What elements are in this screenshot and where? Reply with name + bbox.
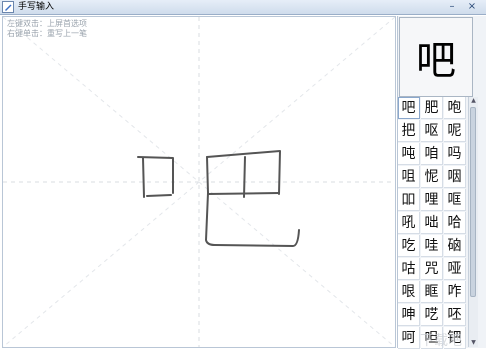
stroke xyxy=(205,192,300,247)
candidate-cell[interactable]: 咀 xyxy=(398,166,420,188)
candidate-cell[interactable]: 哇 xyxy=(421,235,443,257)
candidate-cell[interactable]: 咕 xyxy=(398,258,420,280)
candidate-cell[interactable]: 咽 xyxy=(444,166,466,188)
candidate-cell[interactable]: 吃 xyxy=(398,235,420,257)
window-title: 手写输入 xyxy=(18,2,55,12)
watermark: 下载吧 xyxy=(420,333,462,349)
close-button[interactable]: × xyxy=(464,0,480,13)
candidate-cell[interactable]: 咄 xyxy=(421,212,443,234)
title-bar: 手写输入 – × xyxy=(0,0,486,15)
candidate-cell[interactable]: 哩 xyxy=(421,189,443,211)
stroke xyxy=(207,192,280,195)
stroke xyxy=(146,194,172,197)
preview-character[interactable]: 吧 xyxy=(399,17,473,97)
candidate-cell[interactable]: 哑 xyxy=(444,258,466,280)
candidate-cell[interactable]: 呻 xyxy=(398,304,420,326)
handwriting-pad[interactable]: 左键双击：上屏首选项 右键单击：重写上一笔 xyxy=(2,16,396,348)
candidate-cell[interactable]: 把 xyxy=(398,120,420,142)
candidate-cell[interactable]: 哈 xyxy=(444,212,466,234)
pen-icon xyxy=(2,1,14,13)
stroke xyxy=(206,156,209,194)
minimize-button[interactable]: – xyxy=(444,0,460,13)
candidate-cell[interactable]: 呕 xyxy=(421,120,443,142)
candidate-cell[interactable]: 呸 xyxy=(444,304,466,326)
candidate-cell[interactable]: 呢 xyxy=(444,120,466,142)
candidate-cell[interactable]: 哏 xyxy=(398,281,420,303)
candidate-cell[interactable]: 咆 xyxy=(444,97,466,119)
candidate-cell[interactable]: 咱 xyxy=(421,143,443,165)
candidate-cell[interactable]: 呵 xyxy=(398,327,420,349)
stroke xyxy=(142,157,145,198)
candidate-cell[interactable]: 咒 xyxy=(421,258,443,280)
candidate-cell[interactable]: 哐 xyxy=(444,189,466,211)
ink-canvas xyxy=(3,17,395,347)
scroll-up-icon[interactable]: ▲ xyxy=(469,97,478,105)
candidate-cell[interactable]: 呓 xyxy=(421,304,443,326)
candidate-cell[interactable]: 硇 xyxy=(444,235,466,257)
candidate-cell[interactable]: 吗 xyxy=(444,143,466,165)
candidate-cell[interactable]: 怩 xyxy=(421,166,443,188)
candidate-cell[interactable]: 眶 xyxy=(421,281,443,303)
candidate-cell[interactable]: 肥 xyxy=(421,97,443,119)
scroll-thumb[interactable] xyxy=(470,107,476,297)
candidate-cell[interactable]: 吧 xyxy=(398,97,420,119)
scroll-down-icon[interactable]: ▼ xyxy=(469,339,478,347)
candidate-cell[interactable]: 咋 xyxy=(444,281,466,303)
stroke xyxy=(243,156,246,198)
candidate-cell[interactable]: 吅 xyxy=(398,189,420,211)
candidate-cell[interactable]: 吼 xyxy=(398,212,420,234)
candidate-scrollbar[interactable]: ▲ ▼ xyxy=(468,97,478,347)
candidate-cell[interactable]: 吨 xyxy=(398,143,420,165)
